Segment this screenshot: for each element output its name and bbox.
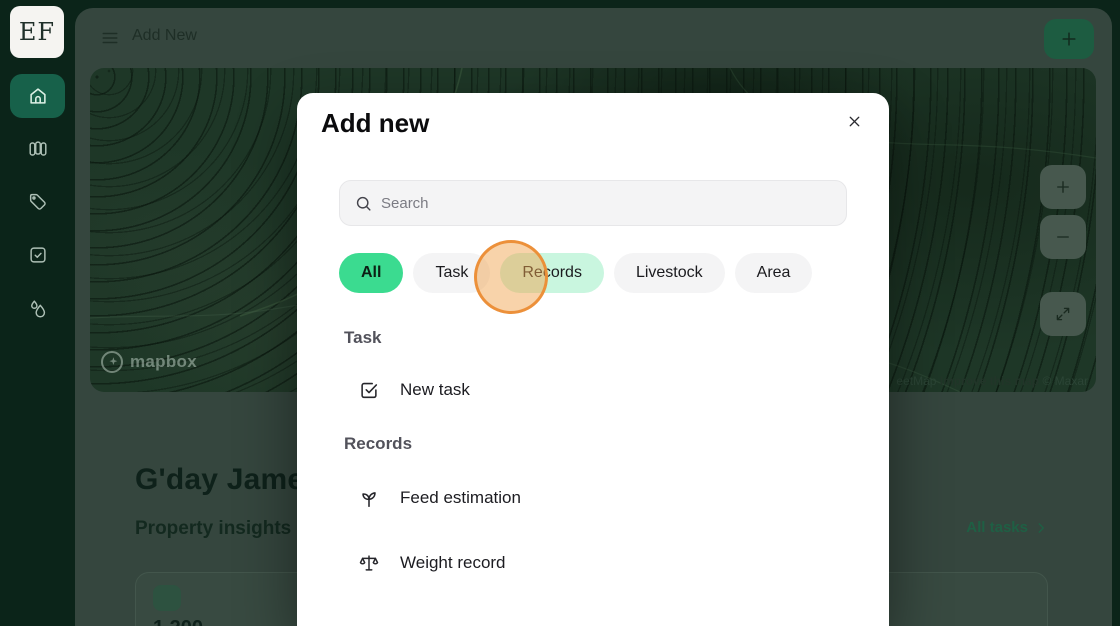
- search-icon: [354, 194, 373, 213]
- section-title-records: Records: [344, 434, 412, 454]
- page-title: Add New: [132, 27, 197, 45]
- chip-all[interactable]: All: [339, 253, 403, 293]
- menu-item-weight-record[interactable]: Weight record: [344, 544, 844, 582]
- all-tasks-link[interactable]: All tasks: [966, 519, 1048, 536]
- topbar: Add New: [75, 8, 1112, 68]
- filter-chips: All Task Records Livestock Area: [339, 253, 812, 293]
- all-tasks-label: All tasks: [966, 519, 1028, 536]
- menu-item-label: Weight record: [400, 553, 506, 573]
- stat-badge-icon: [153, 585, 181, 611]
- tag-icon: [27, 191, 49, 213]
- mapbox-logo[interactable]: mapbox: [100, 350, 197, 374]
- sidebar-item-tasks[interactable]: [10, 233, 65, 277]
- insights-heading: Property insights: [135, 518, 291, 540]
- paddocks-map-icon: [27, 138, 49, 160]
- sidebar-item-paddocks[interactable]: [10, 127, 65, 171]
- app-window: EF: [0, 0, 1120, 626]
- section-title-task: Task: [344, 328, 382, 348]
- stat-value: 1,200: [153, 617, 203, 626]
- feed-estimation-icon: [358, 487, 380, 509]
- zoom-out-icon: [1054, 228, 1072, 246]
- menu-item-label: Feed estimation: [400, 488, 521, 508]
- tasks-icon: [27, 244, 49, 266]
- search-input[interactable]: [381, 195, 832, 212]
- chevron-right-icon: [1034, 521, 1048, 535]
- menu-item-label: New task: [400, 380, 470, 400]
- add-new-modal: Add new All Task Records Livestock Area …: [297, 93, 889, 626]
- click-indicator: [474, 240, 548, 314]
- weight-record-icon: [358, 552, 380, 574]
- menu-item-new-task[interactable]: New task: [344, 371, 844, 409]
- mapbox-wordmark: mapbox: [130, 352, 197, 372]
- close-icon: [846, 113, 863, 130]
- new-task-icon: [358, 379, 380, 401]
- fullscreen-icon: [1054, 305, 1072, 323]
- sidebar-item-home[interactable]: [10, 74, 65, 118]
- map-zoom-out-button[interactable]: [1040, 215, 1086, 259]
- add-new-button[interactable]: [1044, 19, 1094, 59]
- map-attribution[interactable]: eetMap Improve this map © Maxar: [896, 374, 1088, 388]
- app-logo[interactable]: EF: [10, 6, 64, 58]
- map-zoom-in-button[interactable]: [1040, 165, 1086, 209]
- menu-item-feed-estimation[interactable]: Feed estimation: [344, 479, 844, 517]
- home-icon: [27, 85, 49, 107]
- greeting-heading: G'day James: [135, 463, 321, 497]
- chip-area[interactable]: Area: [735, 253, 813, 293]
- sidebar: EF: [0, 0, 75, 626]
- menu-icon[interactable]: [100, 29, 120, 47]
- plus-icon: [1059, 29, 1079, 49]
- zoom-in-icon: [1054, 178, 1072, 196]
- modal-title: Add new: [321, 108, 429, 139]
- water-icon: [27, 298, 49, 320]
- map-fullscreen-button[interactable]: [1040, 292, 1086, 336]
- close-button[interactable]: [840, 107, 868, 135]
- sidebar-item-water[interactable]: [10, 287, 65, 331]
- search-box: [339, 180, 847, 226]
- sidebar-item-tags[interactable]: [10, 180, 65, 224]
- chip-livestock[interactable]: Livestock: [614, 253, 725, 293]
